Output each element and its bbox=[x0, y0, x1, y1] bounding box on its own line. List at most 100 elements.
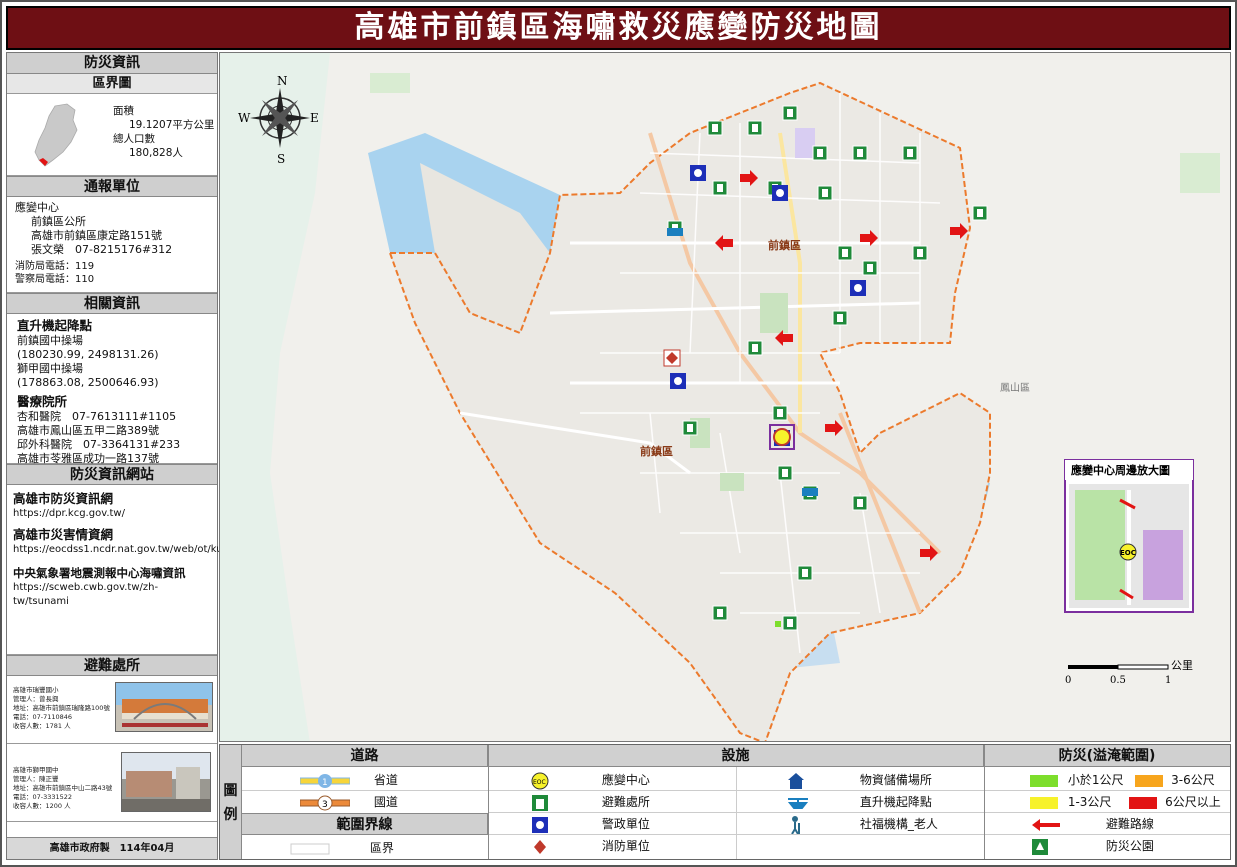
map-title: 高雄市前鎮區海嘯救災應變防災地圖 bbox=[6, 6, 1231, 50]
legend-police: 警政單位 bbox=[530, 813, 730, 835]
svg-text:EOC: EOC bbox=[533, 779, 546, 786]
web-3-url[interactable]: https://scweb.cwb.gov.tw/zh-tw/tsunami bbox=[13, 581, 211, 609]
legend-fire: 消防單位 bbox=[530, 835, 730, 857]
flood-patch bbox=[775, 621, 781, 627]
heli-title: 直升機起降點 bbox=[17, 318, 93, 333]
shelter-marker[interactable] bbox=[707, 120, 723, 136]
shelter-marker[interactable] bbox=[972, 205, 988, 221]
shelter-1-capacity: 收容人數：1781 人 bbox=[13, 722, 71, 730]
related-heading: 相關資訊 bbox=[7, 293, 217, 314]
web-heading: 防災資訊網站 bbox=[7, 464, 217, 485]
compass-w: W bbox=[238, 111, 251, 125]
report-address: 高雄市前鎮區康定路151號 bbox=[31, 229, 162, 242]
shelter-marker[interactable] bbox=[817, 185, 833, 201]
shelter-2-manager: 管理人：陳正豐 bbox=[13, 775, 59, 783]
national-number: 3 bbox=[322, 800, 328, 810]
heli-label: 直升機起降點 bbox=[859, 795, 932, 809]
provincial-label: 省道 bbox=[373, 773, 398, 787]
hospital-1: 杏和醫院 07-7613111#1105 bbox=[17, 410, 177, 423]
legend-supply: 物資儲備場所 bbox=[786, 769, 986, 791]
inset-eoc-label: EOC bbox=[1120, 549, 1136, 557]
shelter-marker[interactable] bbox=[852, 495, 868, 511]
flood-lt1-label: 小於1公尺 bbox=[1067, 773, 1124, 787]
flood-gt6-label: 6公尺以上 bbox=[1165, 795, 1221, 809]
shelter-card-2: 高雄市獅甲國中 管理人：陳正豐 地址：高雄市前鎮區中山二路43號 電話：07-3… bbox=[7, 744, 217, 822]
shelter-marker[interactable] bbox=[682, 420, 698, 436]
shelter-marker[interactable] bbox=[712, 180, 728, 196]
district-label-3: 鳳山區 bbox=[1000, 382, 1030, 394]
legend-national: 3 國道 bbox=[300, 791, 480, 813]
fire-marker[interactable] bbox=[663, 349, 681, 367]
shelter-2-phone: 電話：07-3331522 bbox=[13, 793, 73, 801]
shelter-marker[interactable] bbox=[862, 260, 878, 276]
district-label-2: 前鎮區 bbox=[640, 444, 673, 458]
legend-disaster-park: 防災公園 bbox=[1030, 835, 1230, 857]
shelter-1-name: 高雄市瑞豐國小 bbox=[13, 686, 59, 694]
legend-disaster-heading: 防災(溢淹範圍) bbox=[984, 745, 1230, 767]
report-contact: 張文榮 07-8215176#312 bbox=[31, 243, 173, 256]
police-marker[interactable] bbox=[850, 280, 866, 296]
police-marker[interactable] bbox=[670, 373, 686, 389]
boundary-label: 區界 bbox=[369, 841, 394, 855]
web-2-url[interactable]: https://eocdss1.ncdr.nat.gov.tw/web/ot/k… bbox=[13, 543, 223, 557]
shelter-marker[interactable] bbox=[812, 145, 828, 161]
shelter-2-photo bbox=[121, 752, 211, 812]
eoc-label: 應變中心 bbox=[601, 773, 650, 787]
heli-marker[interactable] bbox=[667, 228, 683, 236]
shelter-1-address: 地址：高雄市前鎮區瑞隆路100號 bbox=[13, 704, 110, 712]
legend-boundary: 區界 bbox=[290, 837, 470, 859]
shelter-marker[interactable] bbox=[712, 605, 728, 621]
heli-1-coord: (180230.99, 2498131.26) bbox=[17, 348, 159, 361]
legend-side-label: 圖 例 bbox=[220, 745, 242, 859]
heli-1-name: 前鎮國中操場 bbox=[17, 334, 83, 347]
web-2-title: 高雄市災害情資網 bbox=[13, 527, 114, 542]
legend-evac-route: 避難路線 bbox=[1030, 813, 1230, 835]
map-footer: 高雄市政府製 114年04月 bbox=[7, 837, 217, 859]
police-marker[interactable] bbox=[690, 165, 706, 181]
shelter-marker[interactable] bbox=[747, 120, 763, 136]
shelter-label: 避難處所 bbox=[601, 795, 650, 809]
legend-side-1: 圖 bbox=[223, 783, 238, 799]
flood-1-3-label: 1-3公尺 bbox=[1067, 795, 1112, 809]
shelter-marker[interactable] bbox=[747, 340, 763, 356]
web-1-title: 高雄市防災資訊網 bbox=[13, 491, 114, 506]
scale-tick-1: 1 bbox=[1165, 675, 1171, 686]
report-unit: 應變中心 前鎮區公所 高雄市前鎮區康定路151號 張文榮 07-8215176#… bbox=[7, 197, 217, 293]
shelter-marker[interactable] bbox=[837, 245, 853, 261]
legend-shelter: 避難處所 bbox=[530, 791, 730, 813]
district-locator-map bbox=[34, 103, 78, 167]
heli-marker[interactable] bbox=[802, 488, 818, 496]
compass-e: E bbox=[310, 111, 319, 125]
hospital-2: 邱外科醫院 07-3364131#233 bbox=[17, 438, 181, 451]
shelter-marker[interactable] bbox=[782, 105, 798, 121]
map-legend: 圖 例 道路 設施 防災(溢淹範圍) 1 省道 3 國道 範圍界線 區界 EOC… bbox=[219, 744, 1231, 860]
legend-flood-lt1: 小於1公尺 3-6公尺 bbox=[1030, 769, 1230, 791]
report-office: 前鎮區公所 bbox=[31, 215, 86, 228]
legend-side-2: 例 bbox=[223, 807, 238, 823]
shelter-marker[interactable] bbox=[772, 405, 788, 421]
district-stats: 面積 19.1207平方公里 總人口數 180,828人 bbox=[113, 104, 214, 160]
disaster-park-label: 防災公園 bbox=[1105, 839, 1154, 853]
map-canvas[interactable]: N S E W 前鎮區 前鎮區 鳳山區 應變中心周邊放大圖 EOC 公里 0 0… bbox=[219, 52, 1231, 742]
shelter-marker[interactable] bbox=[902, 145, 918, 161]
police-phone: 警察局電話：110 bbox=[15, 274, 95, 285]
shelter-marker[interactable] bbox=[912, 245, 928, 261]
legend-boundary-heading: 範圍界線 bbox=[242, 813, 488, 835]
police-label: 警政單位 bbox=[601, 817, 650, 831]
shelter-marker[interactable] bbox=[852, 145, 868, 161]
eoc-inset: 應變中心周邊放大圖 EOC bbox=[1064, 459, 1194, 613]
flood-3-6-label: 3-6公尺 bbox=[1171, 773, 1215, 787]
inset-title: 應變中心周邊放大圖 bbox=[1071, 463, 1170, 477]
shelter-marker[interactable] bbox=[832, 310, 848, 326]
shelter-1-manager: 管理人：曾長興 bbox=[13, 695, 59, 703]
shelter-marker[interactable] bbox=[797, 565, 813, 581]
provincial-number: 1 bbox=[322, 778, 328, 788]
police-marker[interactable] bbox=[772, 185, 788, 201]
shelter-marker[interactable] bbox=[777, 465, 793, 481]
shelter-marker[interactable] bbox=[782, 615, 798, 631]
web-1-url[interactable]: https://dpr.kcg.gov.tw/ bbox=[13, 507, 211, 521]
shelter-2-name: 高雄市獅甲國中 bbox=[13, 766, 59, 774]
shelter-2-address: 地址：高雄市前鎮區中山二路43號 bbox=[13, 784, 113, 792]
population-value: 180,828人 bbox=[129, 147, 183, 159]
report-heading: 通報單位 bbox=[7, 176, 217, 197]
